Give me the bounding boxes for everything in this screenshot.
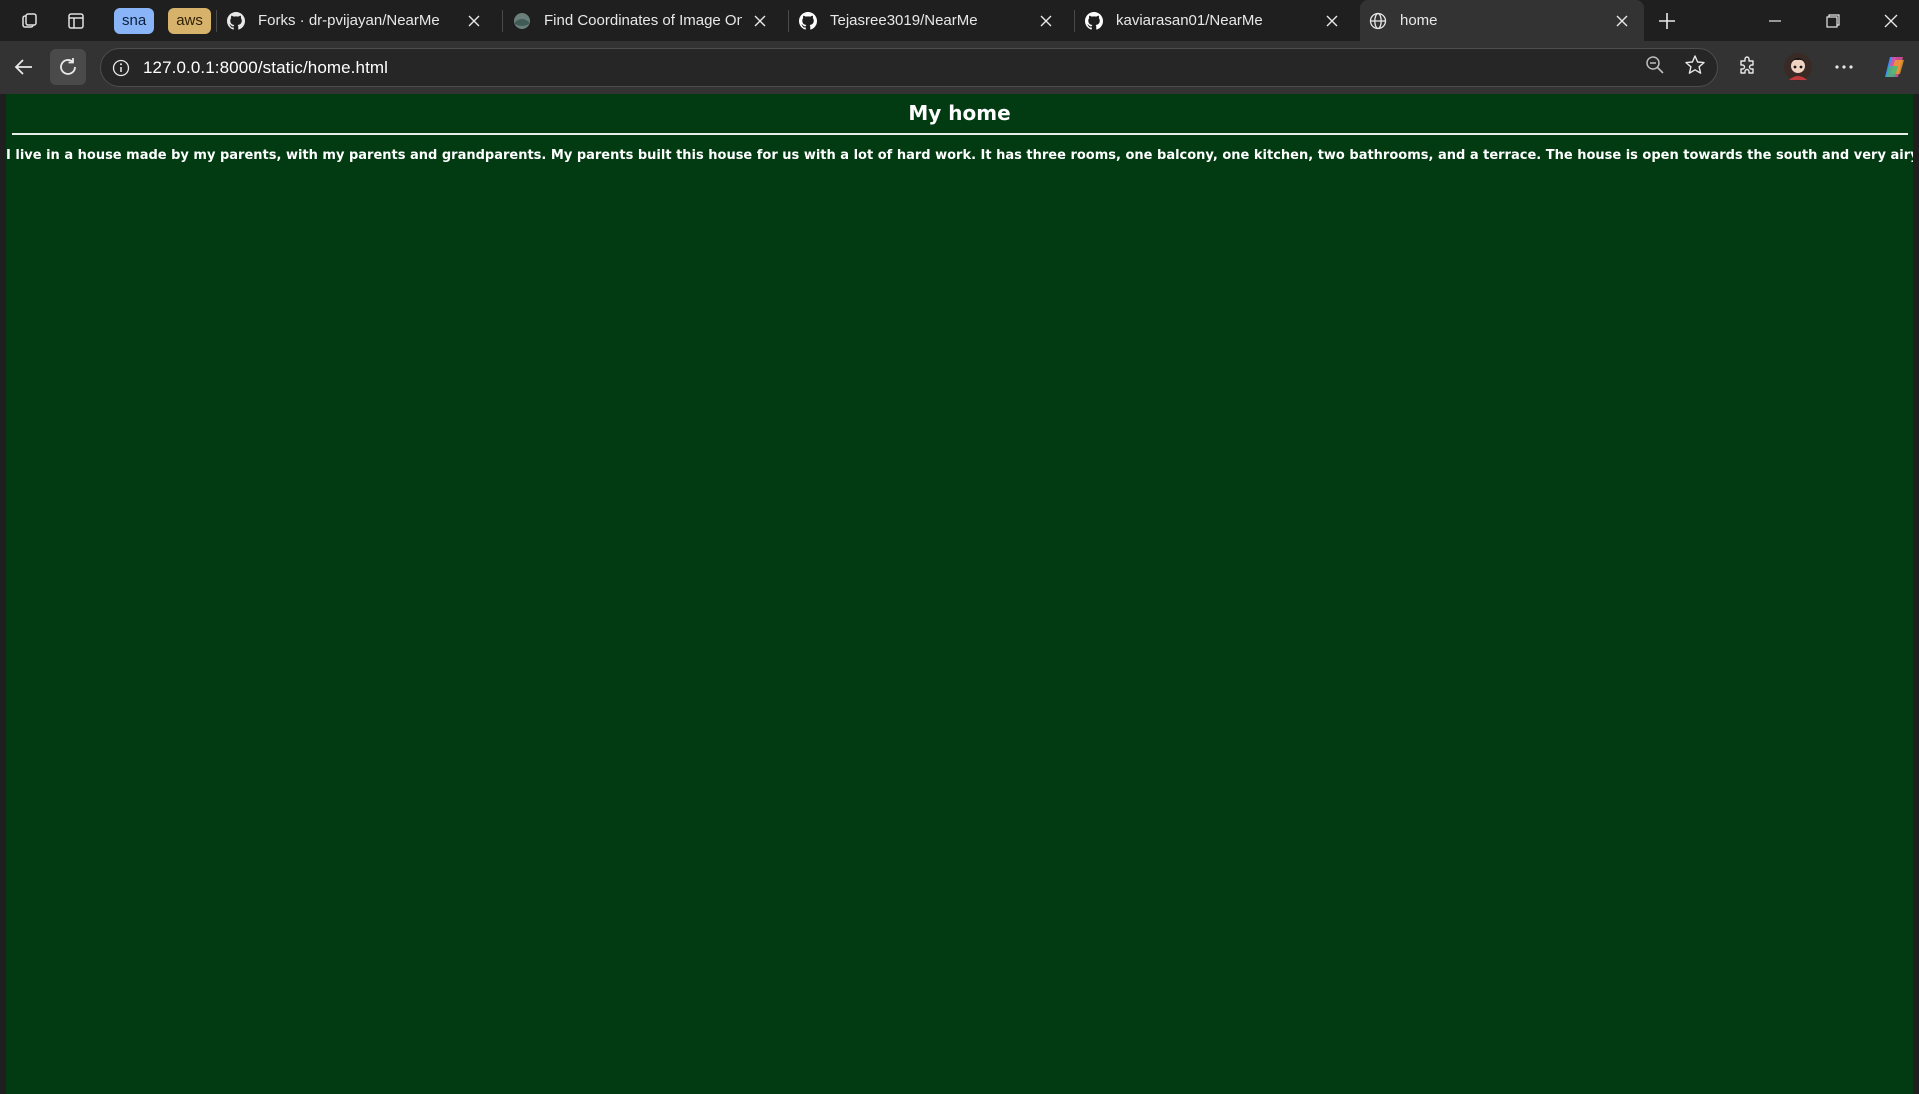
close-icon[interactable] [1036, 11, 1056, 31]
minimize-button[interactable] [1747, 0, 1803, 41]
close-icon[interactable] [750, 11, 770, 31]
close-window-button[interactable] [1863, 0, 1919, 41]
tab-title: kaviarasan01/NearMe [1116, 12, 1263, 29]
tab-find-coordinates[interactable]: Find Coordinates of Image Onli [504, 4, 782, 37]
globe-icon [1368, 11, 1388, 31]
vertical-tabs-icon[interactable] [62, 7, 90, 35]
extensions-icon[interactable] [1730, 49, 1766, 85]
tab-separator [216, 10, 217, 32]
tab-forks[interactable]: Forks · dr-pvijayan/NearMe [218, 4, 496, 37]
tab-separator [502, 10, 503, 32]
tab-group-aws[interactable]: aws [168, 7, 211, 34]
workspaces-icon[interactable] [16, 7, 44, 35]
favorite-star-icon[interactable] [1680, 50, 1710, 80]
reload-button[interactable] [50, 49, 86, 85]
more-options-icon[interactable] [1826, 49, 1862, 85]
tab-title: Forks · dr-pvijayan/NearMe [258, 12, 440, 29]
tab-title: home [1400, 12, 1438, 29]
page-title: My home [908, 101, 1011, 125]
github-icon [1084, 11, 1104, 31]
address-bar[interactable]: 127.0.0.1:8000/static/home.html [100, 48, 1718, 87]
zoom-icon[interactable] [1640, 50, 1670, 80]
page-viewport: My home I live in a house made by my par… [6, 94, 1913, 1094]
tab-title: Find Coordinates of Image Onli [544, 12, 742, 29]
copilot-icon[interactable] [1876, 49, 1912, 85]
back-button[interactable] [6, 49, 42, 85]
url-text[interactable]: 127.0.0.1:8000/static/home.html [143, 58, 388, 78]
tab-home[interactable]: home [1360, 0, 1644, 41]
close-icon[interactable] [464, 11, 484, 31]
tab-group-sna[interactable]: sna [114, 7, 155, 34]
tab-separator [1074, 10, 1075, 32]
tab-tejasree[interactable]: Tejasree3019/NearMe [790, 4, 1068, 37]
tab-title: Tejasree3019/NearMe [830, 12, 978, 29]
info-icon[interactable] [111, 58, 131, 78]
horizontal-rule [12, 133, 1908, 135]
restore-button[interactable] [1805, 0, 1861, 41]
page-paragraph: I live in a house made by my parents, wi… [6, 148, 1913, 163]
tab-kaviarasan[interactable]: kaviarasan01/NearMe [1076, 4, 1354, 37]
tab-separator [788, 10, 789, 32]
profile-avatar[interactable] [1780, 49, 1816, 85]
github-icon [226, 11, 246, 31]
browser-toolbar: 127.0.0.1:8000/static/home.html [0, 41, 1919, 94]
close-icon[interactable] [1612, 11, 1632, 31]
github-icon [798, 11, 818, 31]
site-globe-icon [512, 11, 532, 31]
close-icon[interactable] [1322, 11, 1342, 31]
new-tab-button[interactable] [1652, 6, 1682, 36]
